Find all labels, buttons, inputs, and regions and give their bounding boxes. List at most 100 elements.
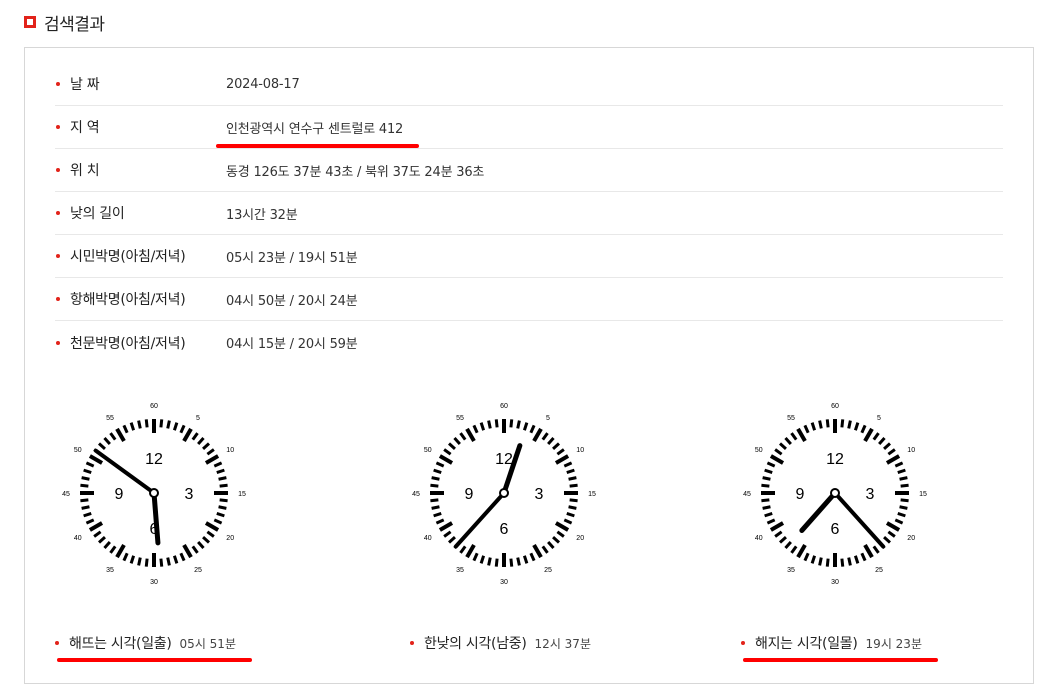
bullet-icon bbox=[56, 82, 60, 86]
info-label: 지 역 bbox=[70, 120, 100, 136]
minute-label: 15 bbox=[588, 491, 596, 498]
minor-tick bbox=[459, 545, 467, 554]
clock-face: 60 5 10 15 20 25 30 35 40 45 50 55 12 3 6 9 bbox=[743, 403, 927, 586]
minute-label: 25 bbox=[875, 567, 883, 574]
minor-tick bbox=[774, 530, 783, 538]
minor-tick bbox=[547, 437, 555, 445]
info-row-location: 위 치 동경 126도 37분 43초 / 북위 37도 24분 36초 bbox=[55, 149, 1003, 192]
minor-tick bbox=[479, 422, 486, 431]
info-value: 2024-08-17 bbox=[226, 76, 300, 92]
major-tick bbox=[115, 543, 126, 559]
minor-tick bbox=[83, 468, 92, 475]
info-value: 04시 15분 / 20시 59분 bbox=[226, 337, 358, 352]
minor-tick bbox=[764, 511, 773, 518]
minor-tick bbox=[85, 461, 95, 468]
minor-tick bbox=[900, 483, 909, 488]
info-label: 위 치 bbox=[70, 163, 100, 179]
minor-tick bbox=[894, 518, 904, 525]
minor-tick bbox=[847, 557, 852, 566]
minor-tick bbox=[218, 505, 227, 510]
minor-tick bbox=[172, 555, 179, 564]
minor-tick bbox=[883, 536, 891, 544]
minor-tick bbox=[202, 536, 210, 544]
minor-tick bbox=[443, 530, 452, 538]
minor-tick bbox=[216, 511, 225, 518]
minor-tick bbox=[122, 424, 129, 434]
minor-tick bbox=[569, 483, 578, 488]
minor-tick bbox=[98, 442, 106, 450]
info-value: 05시 23분 / 19시 51분 bbox=[226, 250, 358, 266]
hour-numeral: 3 bbox=[185, 486, 194, 503]
minor-tick bbox=[103, 437, 111, 445]
minor-tick bbox=[93, 530, 102, 538]
minor-tick bbox=[569, 498, 578, 503]
caption-label: 한낮의 시각(남중) bbox=[424, 636, 527, 652]
minute-label: 60 bbox=[150, 403, 158, 410]
minor-tick bbox=[853, 422, 860, 431]
minor-tick bbox=[900, 498, 909, 503]
square-bullet-icon bbox=[24, 16, 36, 28]
minute-label: 30 bbox=[500, 579, 508, 586]
result-panel: 날 짜 2024-08-17 지 역 인천광역시 연수구 센트럴로 412 위 … bbox=[24, 47, 1034, 684]
minute-label: 10 bbox=[226, 447, 234, 454]
minor-tick bbox=[430, 498, 439, 503]
minute-label: 5 bbox=[546, 415, 550, 422]
minor-tick bbox=[563, 518, 573, 525]
info-value: 13시간 32분 bbox=[226, 207, 298, 223]
minor-tick bbox=[83, 511, 92, 518]
minor-tick bbox=[206, 448, 215, 456]
minor-tick bbox=[790, 432, 798, 441]
minute-label: 10 bbox=[576, 447, 584, 454]
minor-tick bbox=[779, 536, 787, 544]
major-tick bbox=[863, 543, 874, 559]
minor-tick bbox=[872, 432, 880, 441]
major-tick bbox=[465, 543, 476, 559]
noon-clock: 60 5 10 15 20 25 30 35 40 45 50 55 12 3 6 9 bbox=[404, 393, 604, 593]
major-tick bbox=[769, 454, 785, 465]
minor-tick bbox=[840, 558, 845, 567]
minute-label: 25 bbox=[544, 567, 552, 574]
minor-tick bbox=[166, 420, 171, 429]
hour-numeral: 12 bbox=[145, 451, 163, 468]
major-tick bbox=[115, 427, 126, 443]
major-tick bbox=[863, 427, 874, 443]
major-tick bbox=[204, 454, 220, 465]
minor-tick bbox=[552, 442, 560, 450]
caption-label: 해뜨는 시각(일출) bbox=[69, 636, 172, 652]
minor-tick bbox=[435, 461, 445, 468]
clock-face: 60 5 10 15 20 25 30 35 40 45 50 55 12 3 6 9 bbox=[412, 403, 596, 586]
minor-tick bbox=[766, 461, 776, 468]
minor-tick bbox=[766, 518, 776, 525]
minor-tick bbox=[98, 536, 106, 544]
minor-tick bbox=[897, 511, 906, 518]
major-tick bbox=[796, 427, 807, 443]
minor-tick bbox=[761, 483, 770, 488]
minute-label: 40 bbox=[74, 535, 82, 542]
info-value: 04시 50분 / 20시 24분 bbox=[226, 293, 358, 309]
minute-label: 15 bbox=[919, 491, 927, 498]
minute-label: 55 bbox=[787, 415, 795, 422]
minute-label: 55 bbox=[106, 415, 114, 422]
minor-tick bbox=[516, 420, 521, 429]
info-row-civil-twilight: 시민박명(아침/저녁) 05시 23분 / 19시 51분 bbox=[55, 235, 1003, 278]
hour-numeral: 12 bbox=[826, 451, 844, 468]
minor-tick bbox=[487, 420, 492, 429]
minor-tick bbox=[191, 432, 199, 441]
minor-tick bbox=[847, 420, 852, 429]
section-header: 검색결과 bbox=[24, 10, 105, 35]
bullet-icon bbox=[56, 254, 60, 258]
minor-tick bbox=[144, 419, 149, 428]
minor-tick bbox=[216, 468, 225, 475]
info-label: 항해박명(아침/저녁) bbox=[70, 292, 186, 308]
minor-tick bbox=[109, 545, 117, 554]
minute-label: 40 bbox=[755, 535, 763, 542]
minute-label: 5 bbox=[196, 415, 200, 422]
sunrise-caption: 해뜨는 시각(일출) 05시 51분 bbox=[55, 632, 252, 662]
minor-tick bbox=[85, 518, 95, 525]
minute-label: 55 bbox=[456, 415, 464, 422]
major-tick bbox=[885, 521, 901, 532]
minute-label: 40 bbox=[424, 535, 432, 542]
minor-tick bbox=[887, 530, 896, 538]
minor-tick bbox=[472, 552, 479, 562]
minor-tick bbox=[872, 545, 880, 554]
